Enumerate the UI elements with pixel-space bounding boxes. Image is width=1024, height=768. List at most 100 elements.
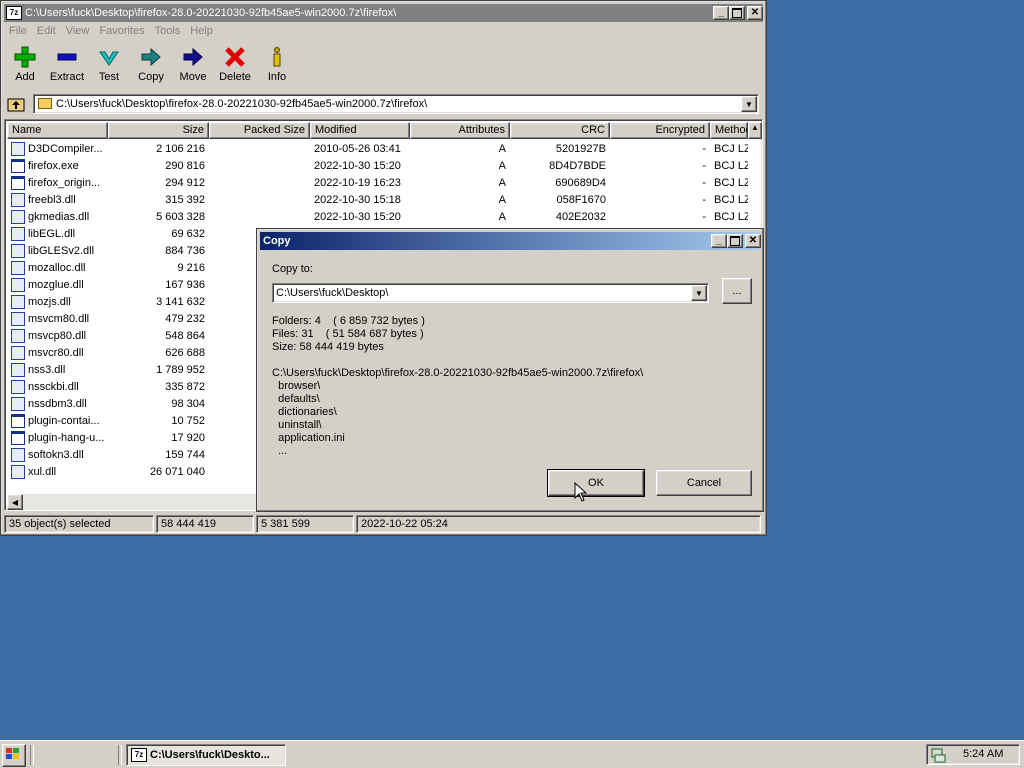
menu-help[interactable]: Help [185, 23, 218, 42]
col-size[interactable]: Size [108, 122, 209, 139]
col-encrypted[interactable]: Encrypted [610, 122, 710, 139]
extract-button[interactable]: Extract [46, 45, 88, 91]
taskbar-button-7zip[interactable]: 7z C:\Users\fuck\Deskto... [126, 744, 286, 766]
minimize-button[interactable]: _ [713, 6, 729, 20]
table-row[interactable]: gkmedias.dll 5 603 328 2022-10-30 15:20 A 40… [7, 208, 748, 225]
delete-button[interactable]: Delete [214, 45, 256, 91]
file-crc: 5201927B [555, 142, 606, 155]
taskbar-button-label: C:\Users\fuck\Deskto... [150, 749, 270, 761]
file-modified: 2022-10-30 15:20 [314, 210, 401, 223]
chevron-down-icon: ▼ [745, 99, 753, 109]
file-name: msvcr80.dll [28, 346, 84, 359]
scroll-left-button[interactable]: ◀ [7, 494, 23, 510]
address-row: C:\Users\fuck\Desktop\firefox-28.0-20221… [4, 93, 763, 116]
file-name-cell: mozalloc.dll [7, 260, 108, 275]
dll-file-icon [11, 447, 25, 462]
table-row[interactable]: firefox_origin... 294 912 2022-10-19 16:23… [7, 174, 748, 191]
dll-file-icon [11, 141, 25, 156]
source-path: C:\Users\fuck\Desktop\firefox-28.0-20221… [272, 367, 644, 379]
menu-file[interactable]: File [4, 23, 32, 42]
move-arrow-icon [181, 45, 205, 69]
menu-tools[interactable]: Tools [150, 23, 186, 42]
add-button[interactable]: Add [4, 45, 46, 91]
menu-bar: File Edit View Favorites Tools Help [4, 23, 763, 42]
col-method[interactable]: Method [710, 122, 748, 139]
path-item: browser\ [272, 380, 321, 392]
horizontal-scrollbar[interactable]: ◀ [7, 494, 259, 510]
status-size: 58 444 419 [156, 515, 254, 533]
dll-file-icon [11, 311, 25, 326]
info-button[interactable]: Info [256, 45, 298, 91]
close-button[interactable]: ✕ [747, 6, 763, 20]
path-item: application.ini [272, 432, 345, 444]
clock[interactable]: 5:24 AM [963, 748, 1003, 760]
menu-edit[interactable]: Edit [32, 23, 61, 42]
col-packed-size[interactable]: Packed Size [209, 122, 310, 139]
col-modified[interactable]: Modified [310, 122, 410, 139]
file-name: nss3.dll [28, 363, 66, 376]
file-method: BCJ LZM [714, 159, 748, 172]
test-button[interactable]: Test [88, 45, 130, 91]
test-label: Test [98, 71, 120, 83]
col-crc[interactable]: CRC [510, 122, 610, 139]
col-name[interactable]: Name [7, 122, 108, 139]
table-row[interactable]: D3DCompiler... 2 106 216 2010-05-26 03:41 A… [7, 140, 748, 157]
dialog-maximize-button[interactable] [727, 234, 743, 248]
dialog-close-button[interactable]: ✕ [745, 234, 761, 248]
menu-favorites[interactable]: Favorites [94, 23, 149, 42]
file-name: softokn3.dll [28, 448, 84, 461]
dll-file-icon [11, 464, 25, 479]
dll-file-icon [11, 396, 25, 411]
file-name: nssckbi.dll [28, 380, 79, 393]
move-label: Move [179, 71, 207, 83]
file-name: mozglue.dll [28, 278, 84, 291]
file-encrypted: - [702, 159, 706, 172]
file-name-cell: freebl3.dll [7, 192, 108, 207]
file-size: 69 632 [171, 227, 205, 240]
table-row[interactable]: firefox.exe 290 816 2022-10-30 15:20 A 8D4D7… [7, 157, 748, 174]
address-combo[interactable]: C:\Users\fuck\Desktop\firefox-28.0-20221… [33, 94, 759, 114]
file-crc: 058F1670 [556, 193, 606, 206]
file-size: 335 872 [165, 380, 205, 393]
main-title-bar[interactable]: 7z C:\Users\fuck\Desktop\firefox-28.0-20… [4, 4, 763, 22]
maximize-button[interactable] [729, 6, 745, 20]
file-name-cell: D3DCompiler... [7, 141, 108, 156]
destination-input[interactable]: C:\Users\fuck\Desktop\ [276, 287, 388, 299]
col-attributes[interactable]: Attributes [410, 122, 510, 139]
exe-file-icon [11, 430, 25, 445]
path-item: dictionaries\ [272, 406, 337, 418]
ok-button[interactable]: OK [547, 469, 645, 497]
folder-up-icon[interactable] [7, 96, 25, 112]
dll-file-icon [11, 345, 25, 360]
file-name-cell: firefox_origin... [7, 175, 108, 190]
copy-dialog: Copy _ ✕ Copy to: C:\Users\fuck\Desktop\… [256, 228, 764, 512]
file-modified: 2010-05-26 03:41 [314, 142, 401, 155]
browse-button[interactable]: ... [722, 278, 752, 304]
dll-file-icon [11, 328, 25, 343]
cancel-button[interactable]: Cancel [656, 470, 752, 496]
file-size: 290 816 [165, 159, 205, 172]
table-row[interactable]: freebl3.dll 315 392 2022-10-30 15:18 A 058F1… [7, 191, 748, 208]
network-icon[interactable] [931, 747, 947, 763]
file-name-cell: nssdbm3.dll [7, 396, 108, 411]
scroll-up-button[interactable]: ▲ [748, 122, 762, 139]
file-name: msvcm80.dll [28, 312, 90, 325]
menu-view[interactable]: View [61, 23, 95, 42]
file-size: 26 071 040 [149, 465, 205, 478]
file-name: freebl3.dll [28, 193, 76, 206]
destination-dropdown-button[interactable]: ▼ [691, 285, 707, 301]
copy-dialog-title-bar[interactable]: Copy _ ✕ [260, 232, 761, 250]
file-size: 5 603 328 [156, 210, 205, 223]
exe-file-icon [11, 158, 25, 173]
dll-file-icon [11, 362, 25, 377]
file-name: xul.dll [28, 465, 57, 478]
move-button[interactable]: Move [172, 45, 214, 91]
taskbar: 7z C:\Users\fuck\Deskto... 5:24 AM [0, 740, 1024, 768]
address-dropdown-button[interactable]: ▼ [741, 96, 757, 112]
file-size: 159 744 [165, 448, 205, 461]
start-button[interactable] [2, 744, 26, 767]
copy-button[interactable]: Copy [130, 45, 172, 91]
status-modified: 2022-10-22 05:24 [356, 515, 761, 533]
dialog-minimize-button[interactable]: _ [711, 234, 727, 248]
destination-combo[interactable]: C:\Users\fuck\Desktop\ ▼ [272, 283, 709, 303]
